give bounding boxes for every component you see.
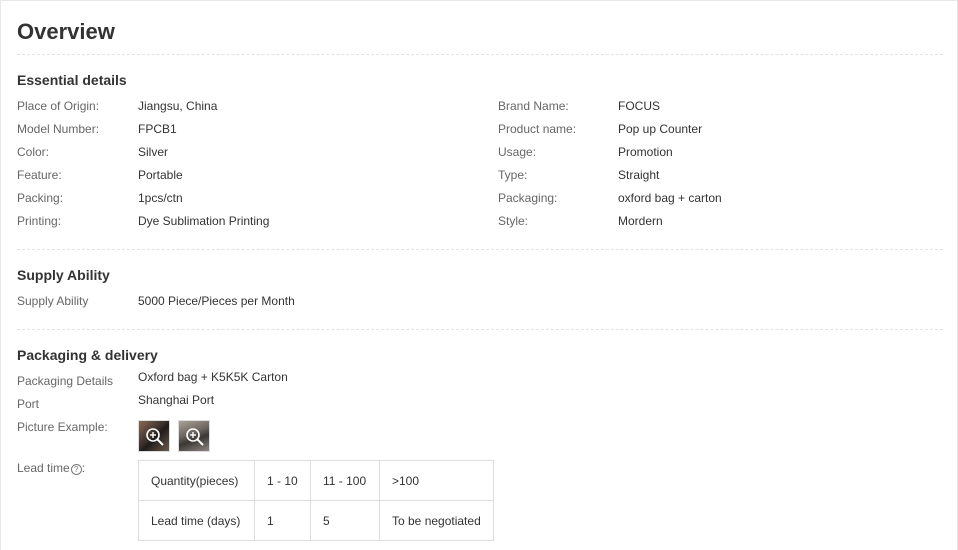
place-of-origin-value: Jiangsu, China	[138, 99, 218, 113]
feature-value: Portable	[138, 168, 183, 182]
port-value: Shanghai Port	[138, 393, 215, 407]
packaging-details-label: Packaging Details	[17, 374, 114, 388]
zoom-in-icon	[146, 428, 164, 446]
table-cell: 1 - 10	[254, 460, 311, 501]
table-cell: >100	[379, 460, 494, 501]
color-label: Color:	[17, 145, 50, 159]
table-cell: 11 - 100	[310, 460, 380, 501]
feature-label: Feature:	[17, 168, 62, 182]
type-label: Type:	[498, 168, 528, 182]
divider	[17, 249, 943, 250]
product-overview-panel: Overview Essential details Place of Orig…	[0, 0, 958, 550]
supply-ability-heading: Supply Ability	[17, 267, 110, 283]
table-cell: Quantity(pieces)	[138, 460, 255, 501]
printing-value: Dye Sublimation Printing	[138, 214, 270, 228]
usage-value: Promotion	[618, 145, 673, 159]
table-cell: 5	[310, 500, 380, 541]
port-label: Port	[17, 397, 40, 411]
model-number-value: FPCB1	[138, 122, 177, 136]
picture-example-thumbnail[interactable]	[178, 420, 210, 452]
packaging-value: oxford bag + carton	[618, 191, 722, 205]
style-value: Mordern	[618, 214, 663, 228]
supply-ability-label: Supply Ability	[17, 294, 89, 308]
table-row: Lead time (days) 1 5 To be negotiated	[138, 500, 494, 541]
packing-label: Packing:	[17, 191, 64, 205]
brand-name-value: FOCUS	[618, 99, 660, 113]
table-cell: Lead time (days)	[138, 500, 255, 541]
table-cell: To be negotiated	[379, 500, 494, 541]
help-icon[interactable]: ?	[70, 464, 82, 475]
essential-details-heading: Essential details	[17, 72, 127, 88]
color-value: Silver	[138, 145, 169, 159]
brand-name-label: Brand Name:	[498, 99, 569, 113]
zoom-in-icon	[186, 428, 204, 446]
product-name-value: Pop up Counter	[618, 122, 703, 136]
packaging-delivery-heading: Packaging & delivery	[17, 347, 158, 363]
picture-example-thumbnail[interactable]	[138, 420, 170, 452]
product-name-label: Product name:	[498, 122, 577, 136]
model-number-label: Model Number:	[17, 122, 100, 136]
picture-example-label: Picture Example:	[17, 420, 108, 434]
lead-time-table: Quantity(pieces) 1 - 10 11 - 100 >100 Le…	[138, 460, 494, 541]
packing-value: 1pcs/ctn	[138, 191, 183, 205]
lead-time-label-text: Lead time	[17, 461, 70, 475]
packaging-label: Packaging:	[498, 191, 558, 205]
packaging-details-value: Oxford bag + K5K5K Carton	[138, 370, 288, 384]
table-cell: 1	[254, 500, 311, 541]
divider	[17, 54, 943, 55]
page-title: Overview	[17, 19, 115, 44]
style-label: Style:	[498, 214, 529, 228]
usage-label: Usage:	[498, 145, 537, 159]
type-value: Straight	[618, 168, 660, 182]
lead-time-label: Lead time?:	[17, 461, 86, 475]
table-row: Quantity(pieces) 1 - 10 11 - 100 >100	[138, 460, 494, 501]
printing-label: Printing:	[17, 214, 62, 228]
place-of-origin-label: Place of Origin:	[17, 99, 100, 113]
supply-ability-value: 5000 Piece/Pieces per Month	[138, 294, 295, 308]
divider	[17, 329, 943, 330]
